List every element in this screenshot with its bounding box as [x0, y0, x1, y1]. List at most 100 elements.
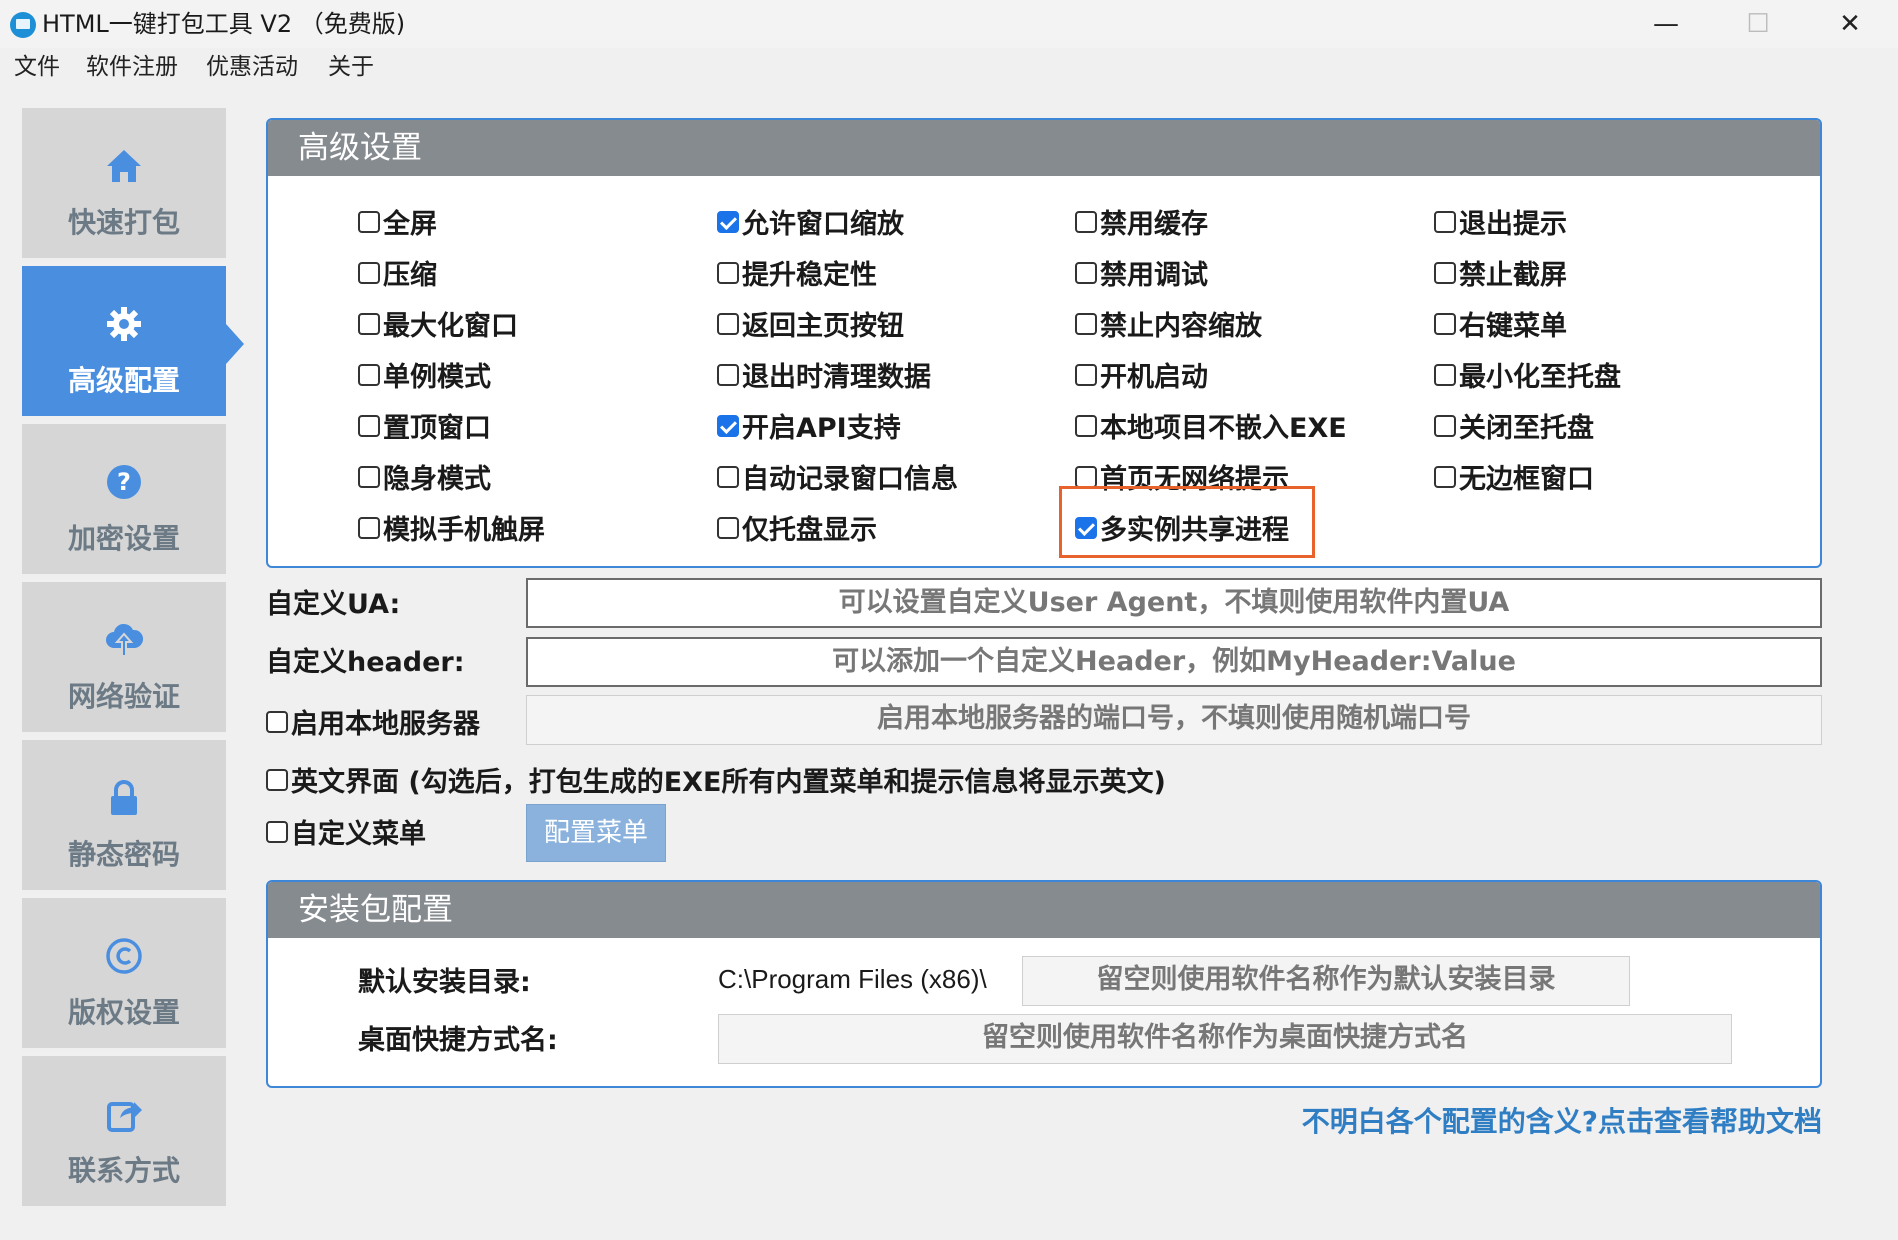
option-checkbox[interactable]: 全屏 — [358, 202, 437, 241]
checkbox-label: 压缩 — [383, 260, 437, 291]
option-checkbox[interactable]: 关闭至托盘 — [1434, 406, 1594, 445]
checkbox-box — [358, 465, 380, 488]
checkbox-label: 允许窗口缩放 — [742, 209, 904, 240]
option-checkbox[interactable]: 右键菜单 — [1434, 304, 1567, 343]
custom-menu-checkbox[interactable]: 自定义菜单 — [266, 812, 426, 851]
sidebar-item-label: 联系方式 — [67, 1154, 180, 1187]
sidebar-item-encryption[interactable]: ? 加密设置 — [22, 424, 226, 578]
checkbox-box — [1434, 363, 1456, 386]
checkbox-label: 隐身模式 — [383, 464, 491, 495]
sidebar-item-quick-pack[interactable]: 快速打包 — [22, 108, 226, 262]
menu-register[interactable]: 软件注册 — [86, 52, 178, 82]
checkbox-box — [717, 312, 739, 335]
checkbox-label: 禁止内容缩放 — [1100, 311, 1262, 342]
checkbox-label: 右键菜单 — [1459, 311, 1567, 342]
option-checkbox[interactable]: 返回主页按钮 — [717, 304, 904, 343]
ua-input[interactable]: 可以设置自定义User Agent，不填则使用软件内置UA — [526, 578, 1822, 628]
checkbox-box — [1075, 312, 1097, 335]
checkbox-label: 最大化窗口 — [383, 311, 518, 342]
option-checkbox[interactable]: 仅托盘显示 — [717, 508, 877, 547]
english-ui-checkbox[interactable]: 英文界面 (勾选后，打包生成的EXE所有内置菜单和提示信息将显示英文) — [266, 760, 1166, 799]
checkbox-box — [266, 768, 288, 791]
checkbox-label: 退出提示 — [1459, 209, 1567, 240]
checkbox-label: 禁止截屏 — [1459, 260, 1567, 291]
install-dir-prefix: C:\Program Files (x86)\ — [718, 964, 987, 994]
option-checkbox[interactable]: 禁用调试 — [1075, 253, 1208, 292]
local-server-port-input[interactable]: 启用本地服务器的端口号，不填则使用随机端口号 — [526, 695, 1822, 745]
checkbox-box — [717, 261, 739, 284]
option-checkbox[interactable]: 禁止内容缩放 — [1075, 304, 1262, 343]
checkbox-box — [1434, 414, 1456, 437]
option-checkbox[interactable]: 开启API支持 — [717, 406, 901, 445]
option-checkbox[interactable]: 禁止截屏 — [1434, 253, 1567, 292]
option-checkbox[interactable]: 提升稳定性 — [717, 253, 877, 292]
checkbox-label: 单例模式 — [383, 362, 491, 393]
svg-text:?: ? — [117, 468, 131, 496]
checkbox-box — [1075, 363, 1097, 386]
option-checkbox[interactable]: 退出时清理数据 — [717, 355, 931, 394]
option-checkbox[interactable]: 模拟手机触屏 — [358, 508, 545, 547]
gear-icon — [22, 304, 226, 344]
sidebar-item-advanced[interactable]: 高级配置 — [22, 266, 244, 420]
checkbox-box — [266, 710, 288, 733]
minimize-button[interactable]: — — [1620, 0, 1712, 48]
option-checkbox[interactable]: 允许窗口缩放 — [717, 202, 904, 241]
menu-file[interactable]: 文件 — [14, 52, 60, 82]
sidebar-item-copyright[interactable]: 版权设置 — [22, 898, 226, 1052]
title-bar: HTML一键打包工具 V2 （免费版) — ☐ ✕ — [0, 0, 1898, 48]
sidebar-item-static-password[interactable]: 静态密码 — [22, 740, 226, 894]
option-checkbox[interactable]: 最小化至托盘 — [1434, 355, 1621, 394]
option-checkbox[interactable]: 开机启动 — [1075, 355, 1208, 394]
checkbox-label: 开机启动 — [1100, 362, 1208, 393]
checkbox-box — [1434, 261, 1456, 284]
install-dir-input[interactable]: 留空则使用软件名称作为默认安装目录 — [1022, 956, 1630, 1006]
install-dir-label: 默认安装目录: — [358, 967, 531, 998]
checkbox-box — [358, 261, 380, 284]
close-button[interactable]: ✕ — [1804, 0, 1896, 48]
maximize-button[interactable]: ☐ — [1712, 0, 1804, 48]
checkbox-label: 无边框窗口 — [1459, 464, 1594, 495]
checkbox-box — [358, 210, 380, 233]
option-checkbox[interactable]: 隐身模式 — [358, 457, 491, 496]
option-checkbox[interactable]: 禁用缓存 — [1075, 202, 1208, 241]
sidebar-item-label: 版权设置 — [67, 996, 180, 1029]
advanced-settings-panel: 高级设置 — [266, 118, 1822, 568]
shortcut-input[interactable]: 留空则使用软件名称作为桌面快捷方式名 — [718, 1014, 1732, 1064]
local-server-checkbox[interactable]: 启用本地服务器 — [266, 702, 480, 741]
option-checkbox[interactable]: 置顶窗口 — [358, 406, 491, 445]
share-icon — [22, 1094, 226, 1134]
sidebar-item-contact[interactable]: 联系方式 — [22, 1056, 226, 1210]
checkbox-box — [266, 820, 288, 843]
option-checkbox[interactable]: 压缩 — [358, 253, 437, 292]
header-input[interactable]: 可以添加一个自定义Header，例如MyHeader:Value — [526, 637, 1822, 687]
option-checkbox[interactable]: 本地项目不嵌入EXE — [1075, 406, 1347, 445]
config-menu-button[interactable]: 配置菜单 — [526, 804, 666, 862]
ua-label: 自定义UA: — [266, 589, 401, 620]
option-checkbox[interactable]: 无边框窗口 — [1434, 457, 1594, 496]
option-checkbox[interactable]: 最大化窗口 — [358, 304, 518, 343]
checkbox-label: 关闭至托盘 — [1459, 413, 1594, 444]
checkbox-label: 开启API支持 — [742, 413, 901, 444]
help-link[interactable]: 不明白各个配置的含义?点击查看帮助文档 — [1302, 1100, 1822, 1140]
checkbox-label: 模拟手机触屏 — [383, 515, 545, 546]
copyright-icon — [22, 936, 226, 976]
checkbox-box — [1434, 210, 1456, 233]
checkbox-box — [1434, 312, 1456, 335]
option-checkbox[interactable]: 自动记录窗口信息 — [717, 457, 958, 496]
checkbox-label: 仅托盘显示 — [742, 515, 877, 546]
sidebar-item-label: 网络验证 — [67, 680, 180, 713]
shortcut-label: 桌面快捷方式名: — [358, 1025, 558, 1056]
checkbox-box — [358, 414, 380, 437]
sidebar-item-label: 高级配置 — [67, 364, 180, 397]
option-checkbox[interactable]: 退出提示 — [1434, 202, 1567, 241]
sidebar-item-label: 加密设置 — [67, 522, 180, 555]
lock-icon — [22, 778, 226, 818]
checkbox-label: 退出时清理数据 — [742, 362, 931, 393]
window-title: HTML一键打包工具 V2 （免费版) — [42, 10, 406, 38]
menu-about[interactable]: 关于 — [328, 52, 374, 82]
home-icon — [22, 146, 226, 186]
highlight-box — [1059, 486, 1315, 558]
menu-promotions[interactable]: 优惠活动 — [206, 52, 298, 82]
option-checkbox[interactable]: 单例模式 — [358, 355, 491, 394]
sidebar-item-network-auth[interactable]: 网络验证 — [22, 582, 226, 736]
